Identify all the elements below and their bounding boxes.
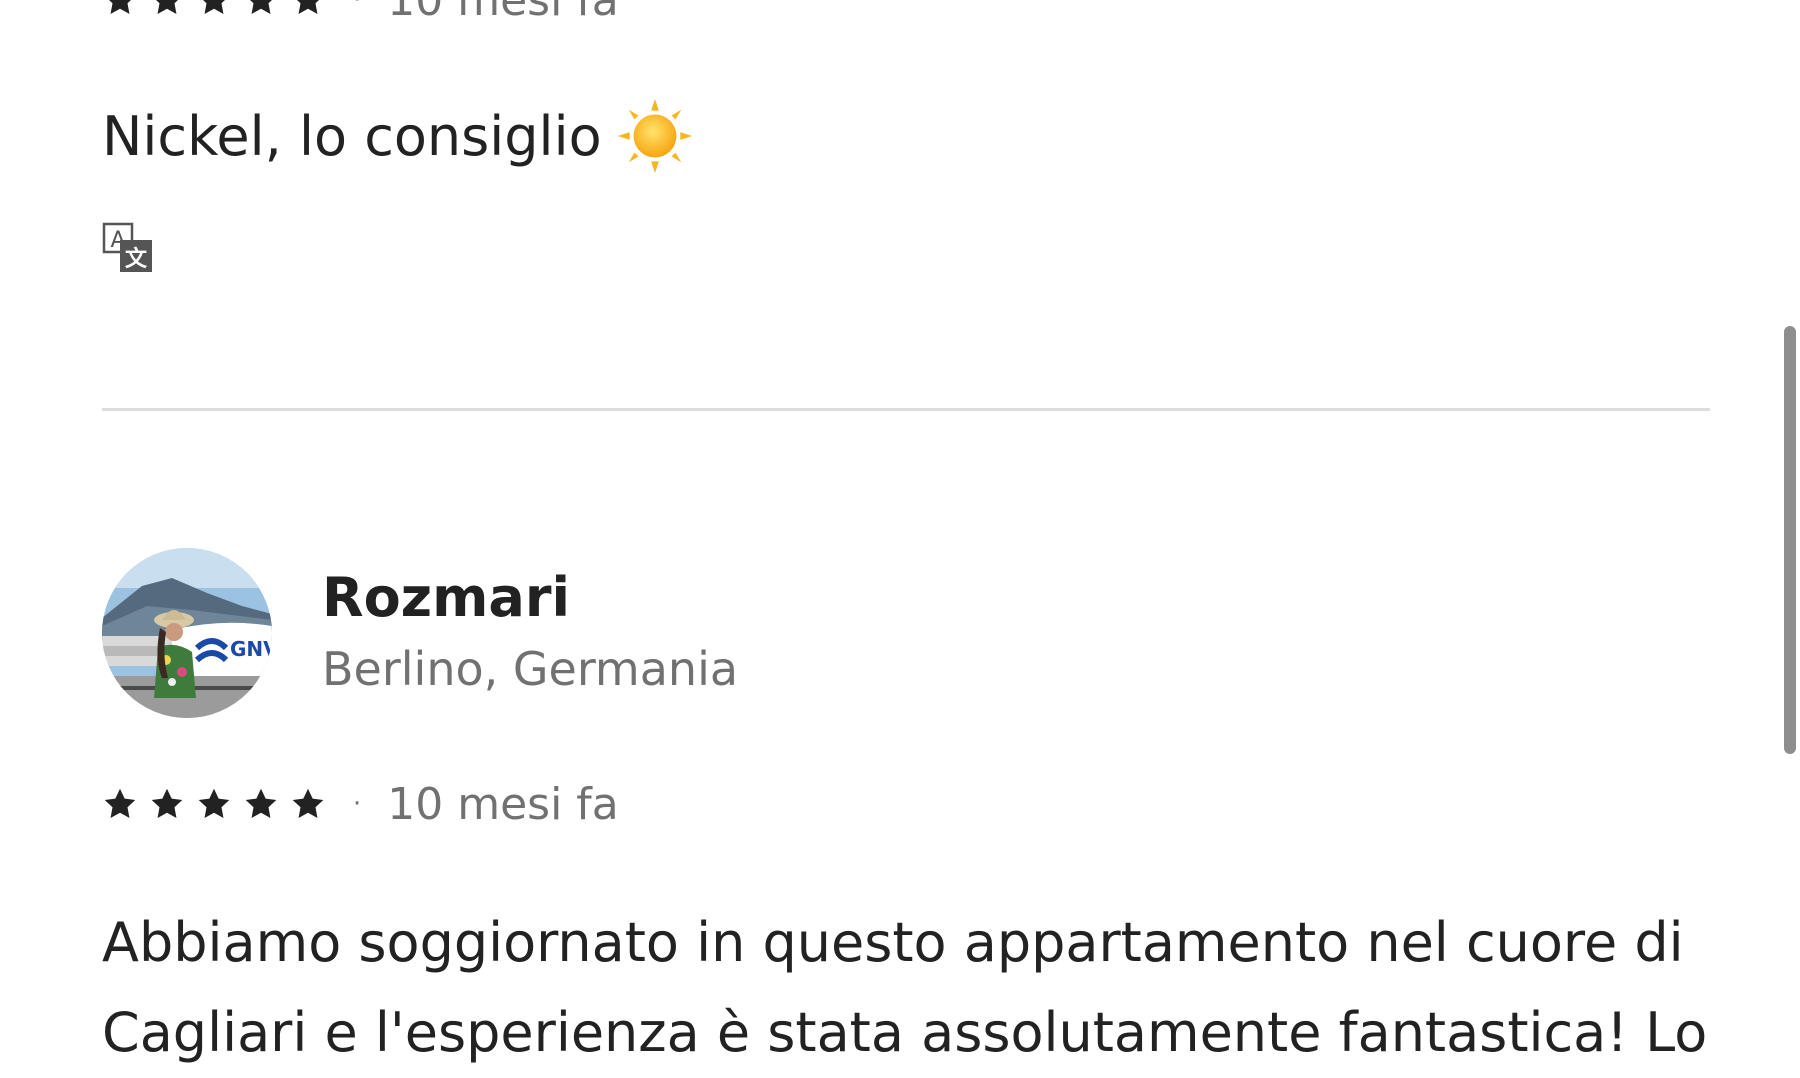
star-icon: [243, 0, 279, 18]
star-icon: [290, 0, 326, 18]
review-2-rating-stars: [102, 786, 337, 822]
review-1-meta: · 10 mesi fa: [102, 0, 619, 26]
sun-emoji-icon: [616, 97, 694, 175]
star-icon: [196, 0, 232, 18]
translate-icon[interactable]: A 文: [102, 222, 154, 274]
svg-text:文: 文: [125, 246, 148, 272]
star-icon: [196, 786, 232, 822]
review-1-time: 10 mesi fa: [387, 0, 619, 26]
meta-separator: ·: [353, 0, 362, 15]
review-2-text-line: Cagliari e l'esperienza è stata assoluta…: [102, 1001, 1708, 1064]
star-icon: [243, 786, 279, 822]
review-1-text: Nickel, lo consiglio: [102, 97, 694, 175]
star-icon: [102, 786, 138, 822]
scrollbar-thumb[interactable]: [1784, 326, 1796, 754]
review-divider: [102, 408, 1710, 411]
star-icon: [290, 786, 326, 822]
review-1-rating-stars: [102, 0, 337, 18]
reviewer-avatar[interactable]: GNV: [102, 548, 272, 718]
reviewer-name[interactable]: Rozmari: [322, 566, 570, 629]
star-icon: [102, 0, 138, 18]
svg-text:GNV: GNV: [230, 637, 272, 661]
star-icon: [149, 786, 185, 822]
review-1-text-content: Nickel, lo consiglio: [102, 104, 602, 168]
review-2-meta: · 10 mesi fa: [102, 779, 619, 830]
review-2-text: Abbiamo soggiornato in questo appartamen…: [102, 898, 1722, 1078]
review-2-time: 10 mesi fa: [387, 778, 619, 830]
star-icon: [149, 0, 185, 18]
meta-separator: ·: [353, 789, 362, 819]
reviewer-location: Berlino, Germania: [322, 642, 739, 696]
review-2-text-line: Abbiamo soggiornato in questo appartamen…: [102, 911, 1684, 974]
